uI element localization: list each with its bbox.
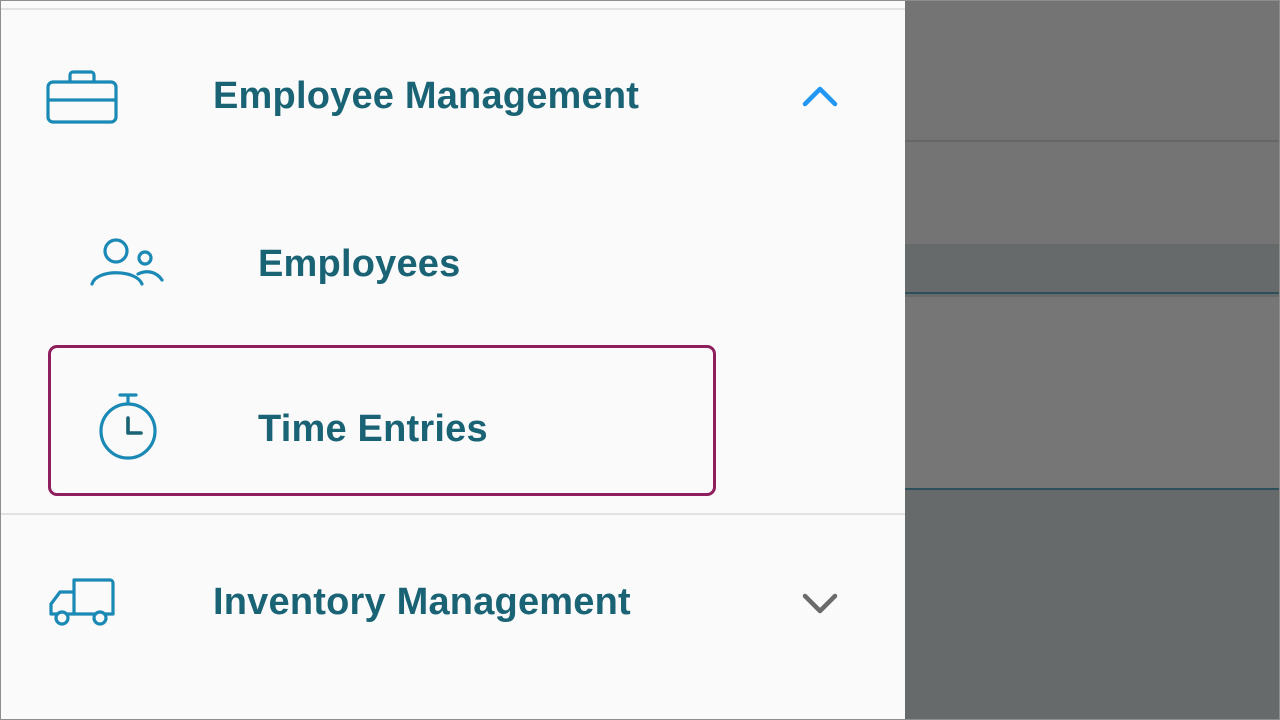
briefcase-icon: [46, 70, 118, 124]
overlay-row-border-bottom: [905, 488, 1280, 490]
nav-group-label: Inventory Management: [213, 581, 631, 623]
overlay-selected-row: [905, 297, 1280, 490]
chevron-down-icon[interactable]: [800, 584, 840, 624]
overlay-row-border-top: [905, 292, 1280, 294]
nav-item-label: Time Entries: [258, 408, 488, 450]
drawer-divider-top: [0, 8, 905, 10]
navigation-drawer: Employee Management Employees Time Entri…: [0, 0, 905, 720]
nav-group-label: Employee Management: [213, 75, 640, 117]
nav-group-employee-management[interactable]: Employee Management: [0, 50, 905, 142]
dimmed-app-content[interactable]: [905, 0, 1280, 720]
nav-item-employees[interactable]: Employees: [0, 218, 905, 308]
people-icon: [90, 238, 164, 286]
overlay-divider: [905, 140, 1280, 142]
nav-group-inventory-management[interactable]: Inventory Management: [0, 560, 905, 650]
nav-item-label: Employees: [258, 243, 461, 285]
truck-icon: [49, 578, 115, 626]
stopwatch-icon: [99, 393, 157, 460]
chevron-up-icon[interactable]: [800, 76, 840, 116]
drawer-divider: [0, 513, 905, 515]
nav-item-time-entries[interactable]: Time Entries: [48, 345, 716, 496]
